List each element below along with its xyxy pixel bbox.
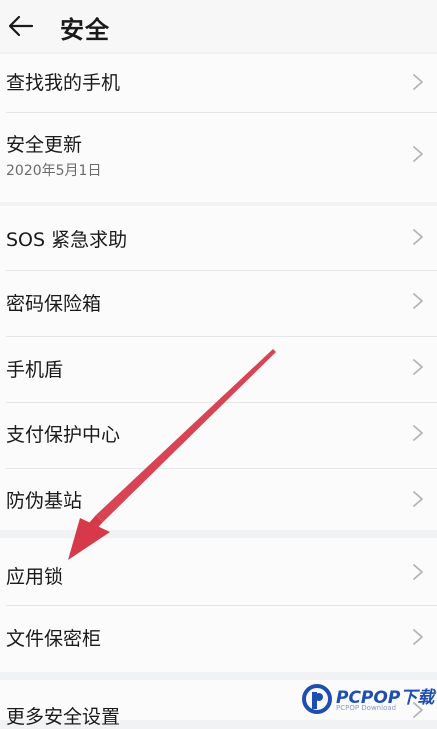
settings-item-label: 支付保护中心 bbox=[6, 424, 121, 446]
chevron-right-icon bbox=[413, 229, 423, 245]
chevron-right-icon bbox=[413, 425, 423, 441]
chevron-right-icon bbox=[413, 146, 423, 162]
chevron-right-icon bbox=[413, 564, 423, 580]
settings-item-label: 安全更新 bbox=[6, 134, 83, 156]
page-title: 安全 bbox=[60, 16, 110, 44]
settings-item-label: 密码保险箱 bbox=[6, 293, 102, 315]
settings-item-fake-base-station[interactable]: 防伪基站 bbox=[0, 470, 437, 530]
chevron-right-icon bbox=[413, 74, 423, 90]
settings-item-file-safe[interactable]: 文件保密柜 bbox=[0, 606, 437, 672]
divider bbox=[6, 270, 437, 271]
divider bbox=[6, 468, 437, 469]
chevron-right-icon bbox=[413, 491, 423, 507]
back-button[interactable] bbox=[4, 10, 38, 42]
divider bbox=[6, 336, 437, 337]
settings-item-phone-shield[interactable]: 手机盾 bbox=[0, 338, 437, 400]
settings-item-app-lock[interactable]: 应用锁 bbox=[0, 538, 437, 604]
divider bbox=[6, 402, 437, 403]
settings-item-find-my-phone[interactable]: 查找我的手机 bbox=[0, 54, 437, 110]
chevron-right-icon bbox=[413, 293, 423, 309]
chevron-right-icon bbox=[413, 359, 423, 375]
settings-item-label: 查找我的手机 bbox=[6, 72, 121, 94]
settings-group-1: 查找我的手机 安全更新 2020年5月1日 bbox=[0, 54, 437, 202]
settings-item-label: 应用锁 bbox=[6, 566, 64, 588]
settings-group-2: SOS 紧急求助 密码保险箱 手机盾 支付保护中心 防伪基站 bbox=[0, 206, 437, 530]
settings-item-label: 手机盾 bbox=[6, 359, 64, 381]
settings-item-payment-protection[interactable]: 支付保护中心 bbox=[0, 404, 437, 466]
settings-group-3: 应用锁 文件保密柜 bbox=[0, 538, 437, 672]
settings-item-label: 更多安全设置 bbox=[6, 706, 121, 728]
watermark: PCPOP下载 PCPOP Download bbox=[300, 680, 437, 720]
chevron-right-icon bbox=[413, 629, 423, 645]
settings-item-security-update[interactable]: 安全更新 2020年5月1日 bbox=[0, 114, 437, 200]
settings-item-sublabel: 2020年5月1日 bbox=[6, 163, 102, 179]
settings-item-password-vault[interactable]: 密码保险箱 bbox=[0, 272, 437, 334]
settings-item-label: 防伪基站 bbox=[6, 490, 83, 512]
settings-item-label: 文件保密柜 bbox=[6, 628, 102, 650]
title-bar: 安全 bbox=[0, 0, 437, 52]
watermark-subtitle: PCPOP Download bbox=[336, 704, 397, 712]
settings-item-sos[interactable]: SOS 紧急求助 bbox=[0, 206, 437, 268]
settings-item-label: SOS 紧急求助 bbox=[6, 229, 128, 251]
arrow-left-icon bbox=[8, 15, 34, 37]
pcpop-logo-icon bbox=[302, 684, 332, 714]
divider bbox=[6, 112, 437, 113]
